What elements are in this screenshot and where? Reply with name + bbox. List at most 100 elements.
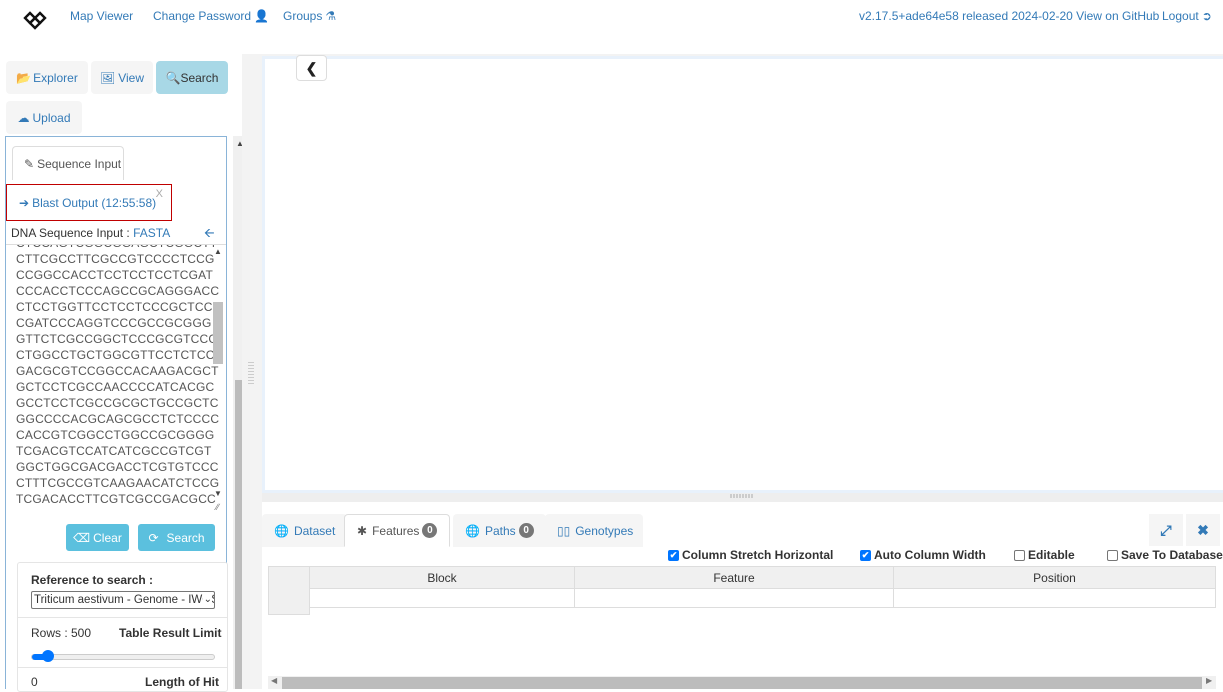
rows-slider-handle[interactable] bbox=[42, 650, 55, 662]
arrow-left-icon[interactable]: 🡨 bbox=[204, 224, 215, 246]
close-panel-button[interactable]: ✖ bbox=[1186, 514, 1220, 546]
tab-blast-output[interactable]: ➔ Blast Output (12:55:58) X bbox=[6, 184, 172, 221]
arrow-right-icon: ➔ bbox=[19, 195, 30, 210]
tab-explorer[interactable]: 📂 Explorer bbox=[6, 61, 88, 94]
clear-button[interactable]: ⌫ Clear bbox=[66, 524, 129, 551]
edit-icon: ✎ bbox=[24, 156, 35, 171]
editable-checkbox[interactable]: Editable bbox=[1014, 548, 1075, 562]
column-header-block[interactable]: Block bbox=[310, 566, 575, 589]
sequence-line: GACGCGTCCGGCCACAAGACGCT bbox=[16, 364, 219, 378]
tab-search-label: Search bbox=[180, 70, 219, 85]
resize-handle-icon[interactable]: ∕∕ bbox=[216, 502, 219, 512]
close-blast-tab-button[interactable]: X bbox=[156, 188, 163, 200]
tab-genotypes[interactable]: ▯▯ Genotypes bbox=[545, 514, 643, 547]
sequence-scrollbar-thumb[interactable] bbox=[213, 302, 223, 364]
search-icon: 🔍 bbox=[165, 70, 181, 85]
sequence-scrollbar[interactable]: ▲ ▼ bbox=[212, 245, 224, 507]
scroll-down-icon[interactable]: ▼ bbox=[214, 489, 222, 498]
save-to-database-checkbox[interactable]: Save To Database bbox=[1107, 548, 1223, 562]
collapse-left-panel-button[interactable]: ❮ bbox=[296, 55, 327, 81]
tab-blast-output-label: Blast Output (12:55:58) bbox=[32, 195, 157, 210]
table-cell[interactable] bbox=[575, 589, 894, 608]
column-header-feature[interactable]: Feature bbox=[575, 566, 894, 589]
sequence-textarea[interactable]: TCGACACCTTCGTCGCCGACGCC CTTTCGCCGTCAAGAAC… bbox=[6, 244, 226, 514]
tab-search[interactable]: 🔍 Search bbox=[156, 61, 228, 94]
horizontal-splitter[interactable] bbox=[262, 490, 1223, 502]
tab-features[interactable]: ✱ Features 0 bbox=[344, 514, 451, 547]
map-view[interactable] bbox=[262, 56, 1223, 490]
nav-groups-label: Groups bbox=[283, 9, 323, 23]
reference-label: Reference to search : bbox=[31, 573, 154, 587]
sequence-line: CGATCCCAGGTCCCGCCGCGGG bbox=[16, 316, 212, 330]
checkbox-checked-icon: ✔ bbox=[668, 549, 679, 561]
column-stretch-checkbox[interactable]: ✔ Column Stretch Horizontal bbox=[668, 548, 833, 562]
globe-icon: 🌐 bbox=[465, 523, 480, 538]
tab-dataset[interactable]: 🌐 Dataset bbox=[262, 514, 348, 547]
search-button-label: Search bbox=[166, 530, 205, 545]
table-panel: 🌐 Dataset ✱ Features 0 🌐 Paths 0 ▯▯ Genotypes … bbox=[262, 502, 1223, 689]
scroll-up-icon[interactable]: ▲ bbox=[214, 247, 222, 256]
features-count-badge: 0 bbox=[422, 523, 438, 538]
reference-select[interactable]: Triticum aestivum - Genome - IWGSC ⌄ bbox=[31, 591, 215, 609]
sequence-line: CTGGCCTGCTGGCGTTCCTCTCC bbox=[16, 348, 215, 362]
nav-map-viewer[interactable]: Map Viewer bbox=[70, 9, 133, 23]
paths-count-badge: 0 bbox=[518, 523, 534, 538]
column-header-position[interactable]: Position bbox=[894, 566, 1216, 589]
clear-button-label: Clear bbox=[93, 530, 122, 545]
checkbox-unchecked-icon bbox=[1107, 549, 1118, 561]
search-button[interactable]: ⟳ Search bbox=[138, 524, 215, 551]
eraser-icon: ⌫ bbox=[73, 530, 91, 545]
tab-sequence-input[interactable]: ✎ Sequence Input bbox=[12, 146, 124, 180]
fullscreen-button[interactable]: ⤢ bbox=[1149, 514, 1183, 546]
table-scrollbar-thumb[interactable] bbox=[282, 677, 1202, 689]
sequence-line: GTTCTCGCCGGCTCCCGCGTCCG bbox=[16, 332, 218, 346]
asterisk-icon: ✱ bbox=[357, 523, 368, 538]
nav-change-password[interactable]: Change Password 👤 bbox=[153, 9, 269, 23]
tab-sequence-input-label: Sequence Input bbox=[37, 156, 122, 171]
logout-link[interactable]: Logout ➲ bbox=[1162, 9, 1212, 23]
table-horizontal-scrollbar[interactable]: ◀ ▶ bbox=[268, 676, 1216, 689]
tab-paths[interactable]: 🌐 Paths 0 bbox=[453, 514, 546, 547]
vertical-splitter-handle[interactable] bbox=[248, 360, 254, 384]
search-options: Reference to search : Triticum aestivum … bbox=[17, 562, 228, 692]
nav-groups[interactable]: Groups ⚗ bbox=[283, 9, 336, 23]
sequence-line: CTCCAGTCGGCGGAGCTCGGCTT bbox=[16, 245, 217, 250]
tab-view[interactable]: 🖼 View bbox=[91, 61, 153, 94]
close-icon: ✖ bbox=[1197, 521, 1209, 538]
table-corner bbox=[268, 566, 310, 615]
tab-dataset-label: Dataset bbox=[293, 523, 336, 538]
sequence-line: GGCCCCACGCAGCGCCTCTCCCC bbox=[16, 412, 220, 426]
globe-icon: 🌐 bbox=[274, 523, 289, 538]
table-result-limit-label: Table Result Limit bbox=[119, 626, 222, 640]
dna-sequence-label-text: DNA Sequence Input : bbox=[11, 226, 134, 240]
sequence-line: TCGACGTCCATCATCGCCGTCGT bbox=[16, 444, 212, 458]
app-logo-icon[interactable] bbox=[22, 10, 48, 30]
flask-icon: ⚗ bbox=[325, 9, 337, 23]
resize-icon: ⤢ bbox=[1160, 521, 1172, 538]
length-of-hit-label: Length of Hit bbox=[145, 675, 219, 689]
logout-label: Logout bbox=[1162, 9, 1199, 23]
column-stretch-label: Column Stretch Horizontal bbox=[682, 548, 834, 562]
auto-column-width-checkbox[interactable]: ✔ Auto Column Width bbox=[860, 548, 986, 562]
tab-paths-label: Paths bbox=[484, 523, 516, 538]
table-cell[interactable] bbox=[894, 589, 1216, 608]
logout-icon: ➲ bbox=[1201, 9, 1212, 23]
rows-slider[interactable] bbox=[31, 650, 215, 662]
tab-genotypes-label: Genotypes bbox=[575, 523, 634, 538]
tab-upload[interactable]: ☁ Upload bbox=[6, 101, 82, 134]
nav-change-password-label: Change Password bbox=[153, 9, 252, 23]
tab-upload-label: Upload bbox=[32, 110, 71, 125]
sequence-line: GCCTCCTCGCCGCGCTGCCGCTC bbox=[16, 396, 219, 410]
tab-features-label: Features bbox=[372, 523, 420, 538]
splitter-grip-icon[interactable] bbox=[730, 494, 754, 498]
sequence-line: GCTCCTCGCCAACCCCATCACGC bbox=[16, 380, 215, 394]
sequence-line: GGCTGGCGACGACCTCGTGTCCC bbox=[16, 460, 219, 474]
table-cell[interactable] bbox=[310, 589, 575, 608]
picture-icon: 🖼 bbox=[99, 70, 116, 85]
sequence-line: CCCACCTCCCAGCCGCAGGGACC bbox=[16, 284, 220, 298]
scroll-left-icon[interactable]: ◀ bbox=[271, 676, 277, 685]
version-github-link[interactable]: v2.17.5+ade64e58 released 2024-02-20 Vie… bbox=[859, 9, 1159, 23]
scroll-right-icon[interactable]: ▶ bbox=[1206, 676, 1212, 685]
top-navbar: Map Viewer Change Password 👤 Groups ⚗ v2.1… bbox=[0, 0, 1223, 34]
folder-open-icon: 📂 bbox=[16, 70, 32, 85]
